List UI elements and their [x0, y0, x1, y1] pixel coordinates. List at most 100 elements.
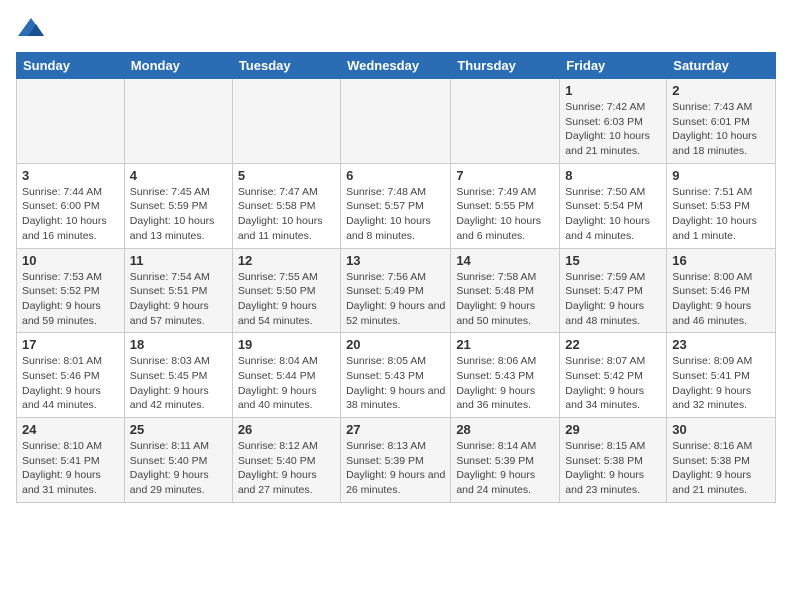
calendar-cell: 6 Sunrise: 7:48 AMSunset: 5:57 PMDayligh…	[341, 163, 451, 248]
calendar-cell: 19 Sunrise: 8:04 AMSunset: 5:44 PMDaylig…	[232, 333, 340, 418]
calendar-week-row: 10 Sunrise: 7:53 AMSunset: 5:52 PMDaylig…	[17, 248, 776, 333]
day-info: Sunrise: 7:59 AMSunset: 5:47 PMDaylight:…	[565, 270, 661, 329]
day-number: 30	[672, 422, 770, 437]
calendar-cell: 9 Sunrise: 7:51 AMSunset: 5:53 PMDayligh…	[667, 163, 776, 248]
day-info: Sunrise: 7:55 AMSunset: 5:50 PMDaylight:…	[238, 270, 335, 329]
day-number: 28	[456, 422, 554, 437]
header	[16, 16, 776, 40]
calendar-cell: 21 Sunrise: 8:06 AMSunset: 5:43 PMDaylig…	[451, 333, 560, 418]
calendar-cell: 23 Sunrise: 8:09 AMSunset: 5:41 PMDaylig…	[667, 333, 776, 418]
calendar-cell: 20 Sunrise: 8:05 AMSunset: 5:43 PMDaylig…	[341, 333, 451, 418]
calendar-cell: 2 Sunrise: 7:43 AMSunset: 6:01 PMDayligh…	[667, 79, 776, 164]
day-info: Sunrise: 8:06 AMSunset: 5:43 PMDaylight:…	[456, 354, 554, 413]
day-number: 29	[565, 422, 661, 437]
calendar-table: SundayMondayTuesdayWednesdayThursdayFrid…	[16, 52, 776, 503]
calendar-cell: 28 Sunrise: 8:14 AMSunset: 5:39 PMDaylig…	[451, 418, 560, 503]
day-number: 1	[565, 83, 661, 98]
day-number: 9	[672, 168, 770, 183]
calendar-cell: 15 Sunrise: 7:59 AMSunset: 5:47 PMDaylig…	[560, 248, 667, 333]
weekday-header-monday: Monday	[124, 53, 232, 79]
day-info: Sunrise: 8:11 AMSunset: 5:40 PMDaylight:…	[130, 439, 227, 498]
calendar-week-row: 17 Sunrise: 8:01 AMSunset: 5:46 PMDaylig…	[17, 333, 776, 418]
day-info: Sunrise: 7:44 AMSunset: 6:00 PMDaylight:…	[22, 185, 119, 244]
day-number: 7	[456, 168, 554, 183]
day-info: Sunrise: 8:01 AMSunset: 5:46 PMDaylight:…	[22, 354, 119, 413]
calendar-cell	[232, 79, 340, 164]
calendar-cell	[341, 79, 451, 164]
calendar-cell: 29 Sunrise: 8:15 AMSunset: 5:38 PMDaylig…	[560, 418, 667, 503]
day-info: Sunrise: 8:12 AMSunset: 5:40 PMDaylight:…	[238, 439, 335, 498]
calendar-cell: 16 Sunrise: 8:00 AMSunset: 5:46 PMDaylig…	[667, 248, 776, 333]
day-info: Sunrise: 8:04 AMSunset: 5:44 PMDaylight:…	[238, 354, 335, 413]
day-number: 21	[456, 337, 554, 352]
day-info: Sunrise: 7:56 AMSunset: 5:49 PMDaylight:…	[346, 270, 445, 329]
day-info: Sunrise: 7:54 AMSunset: 5:51 PMDaylight:…	[130, 270, 227, 329]
day-info: Sunrise: 7:45 AMSunset: 5:59 PMDaylight:…	[130, 185, 227, 244]
calendar-cell: 1 Sunrise: 7:42 AMSunset: 6:03 PMDayligh…	[560, 79, 667, 164]
calendar-cell: 17 Sunrise: 8:01 AMSunset: 5:46 PMDaylig…	[17, 333, 125, 418]
day-number: 5	[238, 168, 335, 183]
calendar-cell: 12 Sunrise: 7:55 AMSunset: 5:50 PMDaylig…	[232, 248, 340, 333]
day-number: 18	[130, 337, 227, 352]
calendar-cell: 24 Sunrise: 8:10 AMSunset: 5:41 PMDaylig…	[17, 418, 125, 503]
calendar-cell: 10 Sunrise: 7:53 AMSunset: 5:52 PMDaylig…	[17, 248, 125, 333]
calendar-cell	[124, 79, 232, 164]
day-number: 12	[238, 253, 335, 268]
calendar-cell: 18 Sunrise: 8:03 AMSunset: 5:45 PMDaylig…	[124, 333, 232, 418]
day-number: 14	[456, 253, 554, 268]
day-number: 26	[238, 422, 335, 437]
weekday-header-friday: Friday	[560, 53, 667, 79]
calendar-cell: 13 Sunrise: 7:56 AMSunset: 5:49 PMDaylig…	[341, 248, 451, 333]
day-info: Sunrise: 8:09 AMSunset: 5:41 PMDaylight:…	[672, 354, 770, 413]
day-info: Sunrise: 8:03 AMSunset: 5:45 PMDaylight:…	[130, 354, 227, 413]
day-info: Sunrise: 8:15 AMSunset: 5:38 PMDaylight:…	[565, 439, 661, 498]
calendar-cell: 30 Sunrise: 8:16 AMSunset: 5:38 PMDaylig…	[667, 418, 776, 503]
day-info: Sunrise: 8:13 AMSunset: 5:39 PMDaylight:…	[346, 439, 445, 498]
day-number: 22	[565, 337, 661, 352]
calendar-cell: 25 Sunrise: 8:11 AMSunset: 5:40 PMDaylig…	[124, 418, 232, 503]
weekday-header-wednesday: Wednesday	[341, 53, 451, 79]
day-info: Sunrise: 8:00 AMSunset: 5:46 PMDaylight:…	[672, 270, 770, 329]
day-info: Sunrise: 8:16 AMSunset: 5:38 PMDaylight:…	[672, 439, 770, 498]
day-info: Sunrise: 7:53 AMSunset: 5:52 PMDaylight:…	[22, 270, 119, 329]
weekday-header-sunday: Sunday	[17, 53, 125, 79]
calendar-cell: 4 Sunrise: 7:45 AMSunset: 5:59 PMDayligh…	[124, 163, 232, 248]
calendar-cell: 22 Sunrise: 8:07 AMSunset: 5:42 PMDaylig…	[560, 333, 667, 418]
day-info: Sunrise: 8:14 AMSunset: 5:39 PMDaylight:…	[456, 439, 554, 498]
logo-icon	[16, 16, 46, 40]
day-number: 2	[672, 83, 770, 98]
day-number: 25	[130, 422, 227, 437]
day-info: Sunrise: 7:43 AMSunset: 6:01 PMDaylight:…	[672, 100, 770, 159]
calendar-cell: 7 Sunrise: 7:49 AMSunset: 5:55 PMDayligh…	[451, 163, 560, 248]
calendar-cell: 26 Sunrise: 8:12 AMSunset: 5:40 PMDaylig…	[232, 418, 340, 503]
day-info: Sunrise: 7:48 AMSunset: 5:57 PMDaylight:…	[346, 185, 445, 244]
calendar-cell: 11 Sunrise: 7:54 AMSunset: 5:51 PMDaylig…	[124, 248, 232, 333]
day-number: 20	[346, 337, 445, 352]
day-number: 11	[130, 253, 227, 268]
day-info: Sunrise: 7:42 AMSunset: 6:03 PMDaylight:…	[565, 100, 661, 159]
calendar-cell: 3 Sunrise: 7:44 AMSunset: 6:00 PMDayligh…	[17, 163, 125, 248]
day-info: Sunrise: 7:51 AMSunset: 5:53 PMDaylight:…	[672, 185, 770, 244]
day-info: Sunrise: 7:49 AMSunset: 5:55 PMDaylight:…	[456, 185, 554, 244]
day-number: 13	[346, 253, 445, 268]
calendar-cell: 27 Sunrise: 8:13 AMSunset: 5:39 PMDaylig…	[341, 418, 451, 503]
day-number: 6	[346, 168, 445, 183]
day-number: 27	[346, 422, 445, 437]
day-number: 17	[22, 337, 119, 352]
weekday-header-thursday: Thursday	[451, 53, 560, 79]
calendar-cell: 5 Sunrise: 7:47 AMSunset: 5:58 PMDayligh…	[232, 163, 340, 248]
calendar-cell	[451, 79, 560, 164]
day-info: Sunrise: 8:07 AMSunset: 5:42 PMDaylight:…	[565, 354, 661, 413]
day-info: Sunrise: 7:58 AMSunset: 5:48 PMDaylight:…	[456, 270, 554, 329]
day-number: 4	[130, 168, 227, 183]
day-number: 3	[22, 168, 119, 183]
weekday-header-saturday: Saturday	[667, 53, 776, 79]
day-number: 24	[22, 422, 119, 437]
calendar-week-row: 3 Sunrise: 7:44 AMSunset: 6:00 PMDayligh…	[17, 163, 776, 248]
day-number: 8	[565, 168, 661, 183]
calendar-cell: 8 Sunrise: 7:50 AMSunset: 5:54 PMDayligh…	[560, 163, 667, 248]
weekday-header-row: SundayMondayTuesdayWednesdayThursdayFrid…	[17, 53, 776, 79]
day-info: Sunrise: 8:10 AMSunset: 5:41 PMDaylight:…	[22, 439, 119, 498]
calendar-week-row: 1 Sunrise: 7:42 AMSunset: 6:03 PMDayligh…	[17, 79, 776, 164]
day-info: Sunrise: 8:05 AMSunset: 5:43 PMDaylight:…	[346, 354, 445, 413]
